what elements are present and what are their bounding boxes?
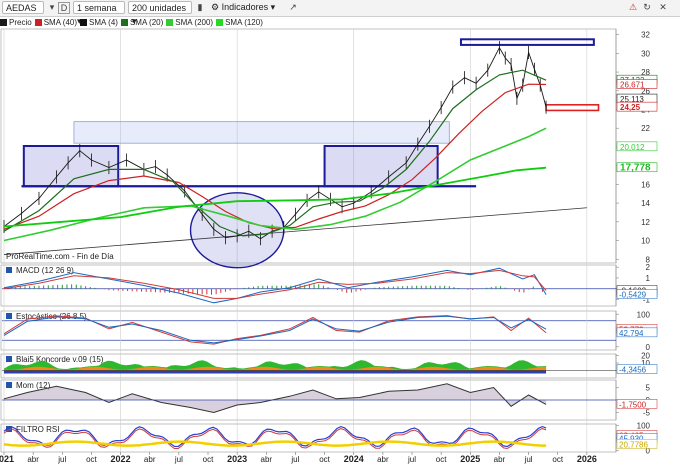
rsi-yellow-line: [3, 440, 547, 447]
x-tick-label: oct: [436, 455, 447, 464]
annotation-box: [545, 104, 600, 112]
y-tick-label: 14: [641, 199, 650, 208]
value-label: -0,5429: [619, 291, 647, 300]
y-tick-label: 32: [641, 31, 650, 40]
momentum-area: [4, 383, 547, 413]
annotation-box: [22, 145, 120, 188]
x-tick-label: jul: [407, 455, 416, 464]
value-label: 42,794: [619, 329, 644, 338]
x-tick-label: abr: [377, 455, 389, 464]
y-tick-label: 30: [641, 49, 650, 58]
y-tick-label: 5: [646, 384, 651, 393]
price-label: 24,25: [620, 103, 641, 112]
x-tick-label: 2025: [460, 454, 480, 464]
x-tick-label: jul: [524, 455, 533, 464]
y-tick-label: 0: [646, 343, 651, 352]
x-tick-label: jul: [57, 455, 66, 464]
value-label: -4,3456: [619, 366, 647, 375]
x-tick-label: oct: [86, 455, 97, 464]
x-tick-label: 2026: [577, 454, 597, 464]
x-tick-label: abr: [261, 455, 273, 464]
x-tick-label: abr: [494, 455, 506, 464]
price-label: 20,012: [620, 143, 645, 152]
x-tick-label: 2024: [344, 454, 364, 464]
indicator-color-box: [6, 356, 12, 362]
annotation-box: [459, 38, 595, 46]
x-tick-label: 2021: [0, 454, 14, 464]
x-tick-label: oct: [203, 455, 214, 464]
indicator-color-box: [6, 382, 12, 388]
source-label: ProRealTime.com - Fin de Día: [6, 252, 114, 261]
indicator-color-box: [6, 313, 12, 319]
x-tick-label: jul: [174, 455, 183, 464]
x-tick-label: jul: [290, 455, 299, 464]
y-tick-label: -5: [643, 409, 651, 418]
x-tick-label: oct: [319, 455, 330, 464]
panel-frame: [0, 264, 617, 307]
y-tick-label: 12: [641, 218, 650, 227]
koncorde-blue-band: [4, 370, 547, 374]
price-label: 17,778: [620, 163, 651, 174]
value-label: -1,7500: [619, 400, 647, 409]
y-tick-label: 20: [641, 352, 650, 361]
x-tick-label: abr: [144, 455, 156, 464]
y-tick-label: 100: [637, 310, 651, 319]
price-label: 26,671: [620, 80, 645, 89]
panel-frame: [0, 310, 617, 351]
y-tick-label: 16: [641, 180, 650, 189]
x-tick-label: 2023: [227, 454, 247, 464]
indicator-color-box: [6, 267, 12, 273]
y-tick-label: 10: [641, 237, 650, 246]
indicator-title: MACD (12 26 9): [6, 266, 74, 275]
x-tick-label: 2022: [111, 454, 131, 464]
x-tick-label: oct: [552, 455, 563, 464]
x-tick-label: abr: [27, 455, 39, 464]
y-tick-label: 100: [637, 421, 651, 430]
annotation-box: [73, 121, 450, 144]
indicator-title-text: FILTRO RSI: [16, 425, 59, 434]
y-tick-label: 22: [641, 124, 650, 133]
y-tick-label: 1: [646, 274, 651, 283]
indicator-title-text: MACD (12 26 9): [16, 266, 74, 275]
y-tick-label: 2: [646, 263, 651, 272]
indicator-title: Blai5 Koncorde v.09 (15): [6, 355, 104, 364]
indicator-title-text: Blai5 Koncorde v.09 (15): [16, 355, 104, 364]
chart-canvas: 8101214161820222426283032-1012MACD (12 2…: [0, 28, 658, 464]
value-label: 20,7786: [619, 440, 648, 449]
